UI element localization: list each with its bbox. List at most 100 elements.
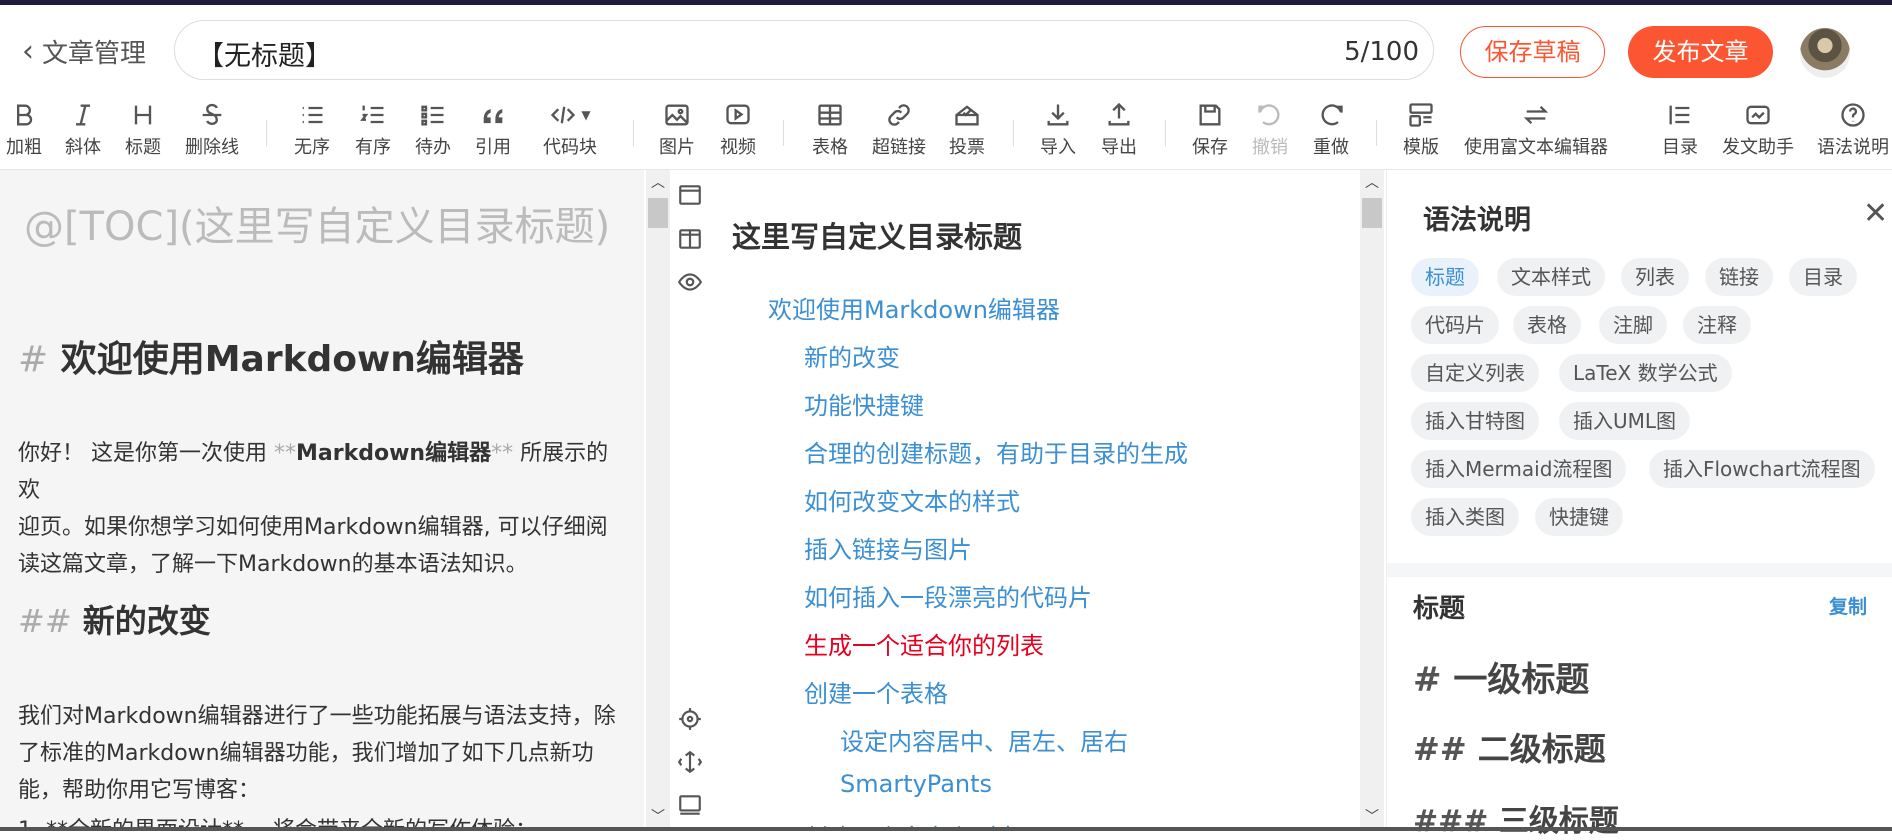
preview-only-button[interactable] — [670, 269, 710, 295]
template-label: 模版 — [1403, 137, 1439, 158]
template-button[interactable]: 模版 — [1401, 100, 1441, 159]
chip-footnotes[interactable]: 注脚 — [1599, 306, 1667, 344]
switch-icon — [1523, 106, 1549, 124]
bold-button[interactable]: 加粗 — [4, 100, 44, 159]
toolbar-divider — [783, 120, 784, 146]
image-button[interactable]: 图片 — [657, 100, 697, 159]
markdown-editor[interactable]: @[TOC](这里写自定义目录标题) # 欢迎使用Markdown编辑器 你好！… — [0, 170, 644, 831]
copy-button[interactable]: 复制 — [1829, 592, 1867, 619]
bold-label: 加粗 — [6, 137, 42, 158]
h1-text: 欢迎使用Markdown编辑器 — [60, 339, 524, 380]
chip-comments[interactable]: 注释 — [1683, 306, 1751, 344]
example-h3: ### 三级标题 — [1413, 796, 1619, 840]
toc-link[interactable]: 创建一个表格 — [804, 674, 948, 709]
toc-link[interactable]: 功能快捷键 — [804, 386, 924, 421]
table-button[interactable]: 表格 — [810, 100, 850, 159]
h2-text: 新的改变 — [82, 602, 211, 640]
editor-only-button[interactable] — [670, 182, 710, 208]
chip-shortcuts[interactable]: 快捷键 — [1535, 498, 1623, 536]
save-label: 保存 — [1192, 137, 1228, 158]
save-draft-button[interactable]: 保存草稿 — [1460, 26, 1605, 78]
catalog-button[interactable]: 目录 — [1660, 100, 1700, 159]
undo-button[interactable]: 撤销 — [1250, 100, 1290, 159]
split-view-button[interactable] — [670, 226, 710, 252]
toc-link-active[interactable]: 生成一个适合你的列表 — [804, 626, 1044, 661]
toc-link[interactable]: 如何插入一段漂亮的代码片 — [804, 578, 1092, 613]
toolbar-divider — [1013, 120, 1014, 146]
sync-scroll-button[interactable] — [670, 749, 710, 775]
chip-tables[interactable]: 表格 — [1513, 306, 1581, 344]
redo-icon — [1321, 104, 1343, 126]
scroll-down-icon[interactable]: ﹀ — [1360, 806, 1384, 826]
toc-link[interactable]: 欢迎使用Markdown编辑器 — [768, 290, 1060, 325]
video-button[interactable]: 视频 — [718, 100, 758, 159]
scroll-up-icon[interactable]: ︿ — [646, 172, 670, 192]
view-mode-bar — [670, 170, 710, 831]
toc-link[interactable]: SmartyPants — [840, 770, 992, 798]
syntax-help-panel: 语法说明 ✕ 标题 文本样式 列表 链接 目录 代码片 表格 注脚 注释 自定义… — [1386, 170, 1892, 839]
chip-latex[interactable]: LaTeX 数学公式 — [1559, 354, 1732, 392]
close-icon[interactable]: ✕ — [1863, 196, 1888, 231]
chip-flowchart[interactable]: 插入Flowchart流程图 — [1649, 450, 1875, 488]
p1-bold-mark-close: ** — [491, 441, 514, 466]
editor-scrollbar[interactable]: ︿ ﹀ — [646, 170, 670, 831]
chip-headings[interactable]: 标题 — [1411, 258, 1479, 296]
save-button[interactable]: 保存 — [1190, 100, 1230, 159]
video-label: 视频 — [720, 137, 756, 158]
p2-line-1: 我们对Markdown编辑器进行了一些功能拓展与语法支持，除 — [18, 704, 616, 729]
heading-button[interactable]: 标题 — [123, 100, 163, 159]
code-block-button[interactable]: ▼ 代码块 — [540, 100, 600, 159]
post-assistant-button[interactable]: 发文助手 — [1720, 100, 1796, 159]
locate-button[interactable] — [670, 706, 710, 732]
rich-text-editor-button[interactable]: 使用富文本编辑器 — [1463, 100, 1609, 159]
strikethrough-button[interactable]: 删除线 — [182, 100, 242, 159]
scroll-thumb[interactable] — [648, 198, 668, 228]
unordered-list-button[interactable]: 无序 — [292, 100, 332, 159]
chip-class-diagram[interactable]: 插入类图 — [1411, 498, 1519, 536]
redo-button[interactable]: 重做 — [1311, 100, 1351, 159]
vote-button[interactable]: 投票 — [947, 100, 987, 159]
italic-label: 斜体 — [65, 137, 101, 158]
chip-text-style[interactable]: 文本样式 — [1497, 258, 1605, 296]
chip-mermaid[interactable]: 插入Mermaid流程图 — [1411, 450, 1627, 488]
chip-lists[interactable]: 列表 — [1621, 258, 1689, 296]
quote-label: 引用 — [475, 137, 511, 158]
title-input[interactable]: 【无标题】 5/100 — [174, 20, 1434, 80]
unordered-list-icon — [302, 106, 323, 124]
p1-text-a: 你好！ 这是你第一次使用 — [18, 441, 274, 466]
toc-link[interactable]: 合理的创建标题，有助于目录的生成 — [804, 434, 1188, 469]
quote-button[interactable]: 引用 — [473, 100, 513, 159]
scroll-thumb[interactable] — [1362, 198, 1382, 228]
p1-bold-mark-open: ** — [274, 441, 296, 466]
avatar[interactable] — [1800, 28, 1850, 78]
toc-link[interactable]: 如何改变文本的样式 — [804, 482, 1020, 517]
toolbar-divider — [633, 120, 634, 146]
fullscreen-button[interactable] — [670, 792, 710, 818]
editor-only-icon — [679, 185, 701, 205]
ordered-list-button[interactable]: 有序 — [353, 100, 393, 159]
export-button[interactable]: 导出 — [1099, 100, 1139, 159]
chip-uml[interactable]: 插入UML图 — [1559, 402, 1691, 440]
chip-gantt[interactable]: 插入甘特图 — [1411, 402, 1539, 440]
back-button[interactable]: ‹ 文章管理 — [22, 33, 146, 70]
image-label: 图片 — [659, 137, 695, 158]
p1-line-3: 读这篇文章，了解一下Markdown的基本语法知识。 — [18, 552, 528, 577]
rich-text-editor-label: 使用富文本编辑器 — [1464, 137, 1608, 158]
title-value[interactable]: 【无标题】 — [197, 34, 332, 73]
chip-links[interactable]: 链接 — [1705, 258, 1773, 296]
chip-toc[interactable]: 目录 — [1789, 258, 1857, 296]
scroll-up-icon[interactable]: ︿ — [1360, 172, 1384, 192]
syntax-help-button[interactable]: 语法说明 — [1815, 100, 1891, 159]
chip-code[interactable]: 代码片 — [1411, 306, 1499, 344]
todo-list-button[interactable]: 待办 — [413, 100, 453, 159]
link-button[interactable]: 超链接 — [870, 100, 928, 159]
italic-button[interactable]: 斜体 — [63, 100, 103, 159]
toc-link[interactable]: 设定内容居中、居左、居右 — [840, 722, 1128, 757]
import-button[interactable]: 导入 — [1038, 100, 1078, 159]
scroll-down-icon[interactable]: ﹀ — [646, 806, 670, 826]
chip-definition-list[interactable]: 自定义列表 — [1411, 354, 1539, 392]
toc-link[interactable]: 插入链接与图片 — [804, 530, 972, 565]
publish-button[interactable]: 发布文章 — [1628, 26, 1773, 78]
toc-link[interactable]: 新的改变 — [804, 338, 900, 373]
preview-scrollbar[interactable]: ︿ ﹀ — [1360, 170, 1384, 831]
